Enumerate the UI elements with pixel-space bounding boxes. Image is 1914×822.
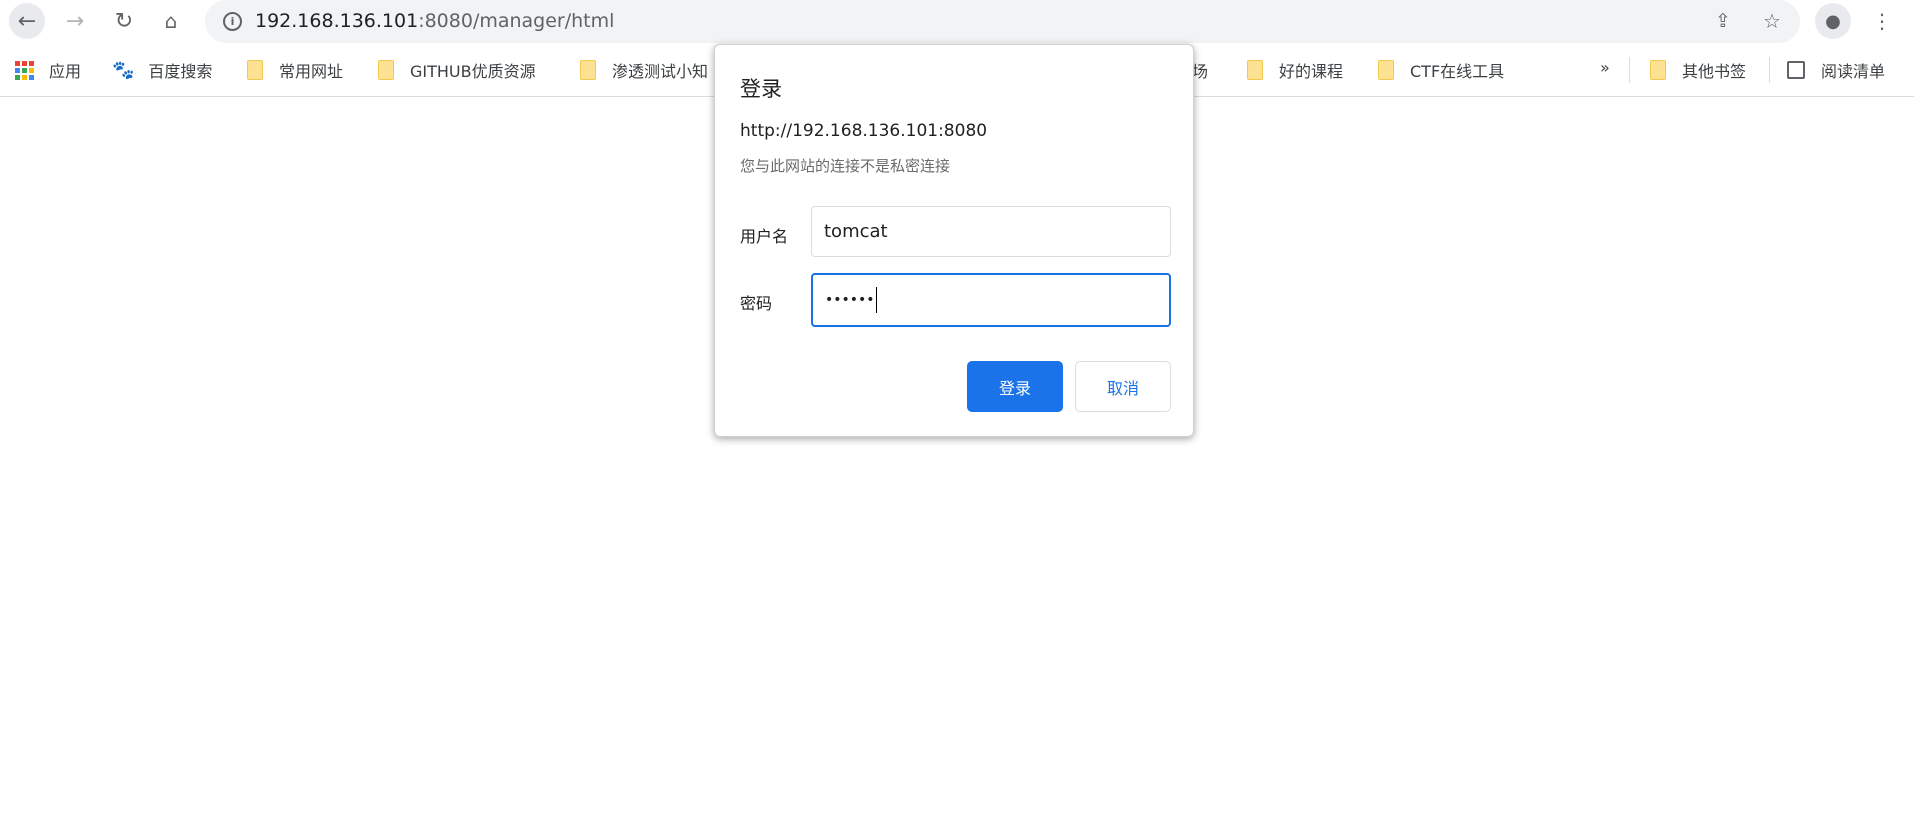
bookmark-label: 常用网址 [279,62,344,81]
apps-icon [15,60,34,80]
username-label: 用户名 [740,227,789,246]
cancel-button[interactable]: 取消 [1075,361,1171,412]
bookmark-baidu[interactable]: 🐾 百度搜索 [112,58,212,82]
folder-icon [580,60,596,80]
folder-icon [1650,60,1666,80]
dialog-origin: http://192.168.136.101:8080 [740,121,988,141]
browser-toolbar: ← → ↻ ⌂ i 192.168.136.101:8080/manager/h… [0,0,1914,43]
bookmark-apps[interactable]: 应用 [15,58,81,82]
url-host: 192.168.136.101 [255,10,419,32]
forward-icon[interactable]: → [57,3,93,39]
bookmark-partial[interactable]: 场 [1192,58,1208,82]
bookmark-overflow-button[interactable]: » [1600,58,1610,77]
connection-warning: 您与此网站的连接不是私密连接 [740,157,951,175]
back-icon[interactable]: ← [9,3,45,39]
bookmark-folder[interactable]: 常用网址 [247,58,343,82]
login-dialog: 登录 http://192.168.136.101:8080 您与此网站的连接不… [714,44,1194,437]
bookmark-label: 百度搜索 [148,62,213,81]
bookmark-folder[interactable]: 好的课程 [1247,58,1343,82]
reload-icon[interactable]: ↻ [106,3,142,39]
baidu-icon: 🐾 [112,59,135,81]
username-input[interactable]: tomcat [811,206,1171,257]
bookmark-label: 阅读清单 [1821,62,1886,81]
folder-icon [378,60,394,80]
home-icon[interactable]: ⌂ [153,3,189,39]
text-caret [875,287,877,313]
divider [1629,57,1630,83]
bookmark-folder[interactable]: GITHUB优质资源 [378,58,536,82]
bookmark-other[interactable]: 其他书签 [1650,58,1746,82]
dialog-title: 登录 [740,77,782,101]
password-value: •••••• [825,292,875,308]
username-value: tomcat [824,221,888,242]
reading-list-icon [1787,61,1805,79]
bookmark-label: 好的课程 [1279,62,1344,81]
divider [1769,57,1770,83]
star-icon[interactable]: ☆ [1754,3,1790,39]
bookmark-folder[interactable]: CTF在线工具 [1378,58,1504,82]
share-icon[interactable]: ⇪ [1705,3,1741,39]
password-input[interactable]: •••••• [811,273,1171,327]
password-label: 密码 [740,294,773,313]
bookmark-folder[interactable]: 渗透测试小知 [580,58,708,82]
bookmark-label: 场 [1192,62,1209,81]
profile-icon[interactable]: ● [1815,3,1851,39]
url-path: :8080/manager/html [418,10,615,32]
folder-icon [1247,60,1263,80]
reading-list[interactable]: 阅读清单 [1787,58,1885,82]
bookmark-label: CTF在线工具 [1410,62,1505,81]
bookmark-label: 应用 [49,62,82,81]
folder-icon [247,60,263,80]
menu-icon[interactable]: ⋮ [1864,3,1900,39]
url-text[interactable]: 192.168.136.101:8080/manager/html [255,10,614,32]
bookmark-label: 其他书签 [1682,62,1747,81]
bookmark-label: 渗透测试小知 [612,62,709,81]
login-button[interactable]: 登录 [967,361,1063,412]
folder-icon [1378,60,1394,80]
bookmark-label: GITHUB优质资源 [410,62,536,81]
address-bar[interactable]: i 192.168.136.101:8080/manager/html ⇪ ☆ [205,0,1800,43]
info-icon[interactable]: i [223,12,242,31]
